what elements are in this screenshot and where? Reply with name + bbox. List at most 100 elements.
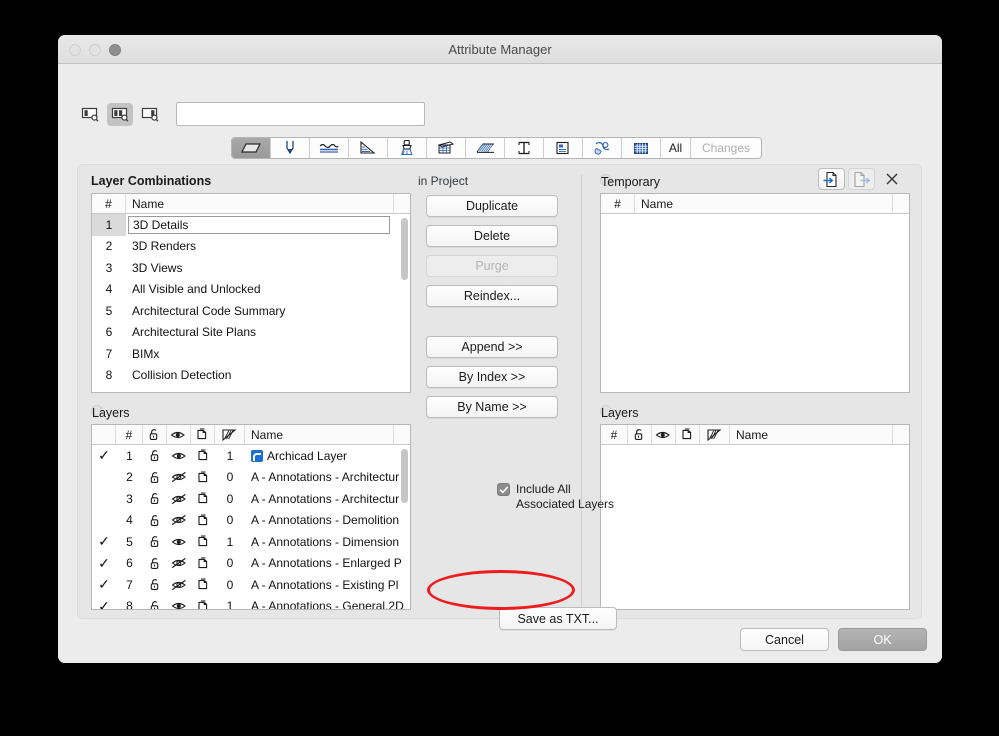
table-row[interactable]: 4 All Visible and Unlocked <box>92 279 410 301</box>
row-lock-toggle[interactable] <box>143 488 167 510</box>
row-visibility-toggle[interactable] <box>167 596 191 609</box>
table-row[interactable]: 4 0A - Annotations - Demolition <box>92 510 410 532</box>
table-row[interactable]: 5 Architectural Code Summary <box>92 300 410 322</box>
tab-profiles[interactable] <box>466 138 505 158</box>
row-wireframe-toggle[interactable] <box>191 510 215 532</box>
table-row[interactable]: ✓ 6 0 A - Annotations - Enlarged P <box>92 553 410 575</box>
import-document-button[interactable] <box>818 168 845 190</box>
table-row[interactable]: 1 3D Details <box>92 214 410 236</box>
row-hatch-value[interactable]: 1 <box>215 445 245 467</box>
temporary-list[interactable]: # Name <box>600 193 910 393</box>
inline-rename-input[interactable]: 3D Details <box>128 215 390 234</box>
row-name[interactable]: Archicad Layer <box>245 445 410 467</box>
ok-button[interactable]: OK <box>838 628 927 651</box>
row-lock-toggle[interactable] <box>143 553 167 575</box>
row-wireframe-toggle[interactable] <box>191 574 215 596</box>
reindex-button[interactable]: Reindex... <box>426 285 558 307</box>
table-row[interactable]: ✓ 8 1 A - Annotations - General.2D <box>92 596 410 609</box>
layer-combinations-list[interactable]: # Name 1 3D Details 2 3D Renders 3 3D Views 4 A… <box>91 193 411 393</box>
table-row[interactable]: 7 BIMx <box>92 343 410 365</box>
row-name[interactable]: Demolition Plan <box>126 386 410 392</box>
column-header-hatch[interactable] <box>215 425 245 444</box>
tab-beams[interactable] <box>505 138 544 158</box>
tab-fill-patterns[interactable] <box>349 138 388 158</box>
row-wireframe-toggle[interactable] <box>191 531 215 553</box>
scrollbar-thumb[interactable] <box>401 449 408 503</box>
column-header-wireframe[interactable] <box>191 425 215 444</box>
search-scope-right-icon-button[interactable] <box>137 103 163 126</box>
row-wireframe-toggle[interactable] <box>191 467 215 489</box>
include-associated-layers-row[interactable]: Include All Associated Layers <box>497 482 627 512</box>
row-name[interactable]: All Visible and Unlocked <box>126 279 410 301</box>
scrollbar-thumb[interactable] <box>401 218 408 280</box>
row-hatch-value[interactable]: 0 <box>215 574 245 596</box>
row-visibility-toggle[interactable] <box>167 531 191 553</box>
row-visibility-toggle[interactable] <box>167 445 191 467</box>
search-field[interactable] <box>176 102 425 126</box>
table-row[interactable]: 6 Architectural Site Plans <box>92 322 410 344</box>
row-lock-toggle[interactable] <box>143 445 167 467</box>
include-associated-layers-checkbox[interactable] <box>497 483 510 496</box>
tab-layers[interactable] <box>232 138 271 158</box>
row-name[interactable]: Architectural Code Summary <box>126 300 410 322</box>
column-header-hatch[interactable] <box>700 425 730 444</box>
window-titlebar[interactable]: Attribute Manager <box>58 35 942 64</box>
search-input[interactable] <box>177 103 424 125</box>
append-button[interactable]: Append >> <box>426 336 558 358</box>
tab-line-types[interactable] <box>310 138 349 158</box>
layer-combinations-scrollbar[interactable] <box>400 216 409 390</box>
tab-surfaces[interactable] <box>388 138 427 158</box>
row-checkmark[interactable]: ✓ <box>92 574 116 596</box>
row-lock-toggle[interactable] <box>143 510 167 532</box>
row-hatch-value[interactable]: 0 <box>215 488 245 510</box>
row-checkmark[interactable]: ✓ <box>92 596 116 609</box>
row-hatch-value[interactable]: 1 <box>215 596 245 609</box>
close-temporary-button[interactable] <box>878 168 905 190</box>
duplicate-button[interactable]: Duplicate <box>426 195 558 217</box>
row-name[interactable]: 3D Renders <box>126 236 410 258</box>
row-wireframe-toggle[interactable] <box>191 445 215 467</box>
row-name[interactable]: Collision Detection <box>126 365 410 387</box>
row-name[interactable]: A - Annotations - General.2D <box>245 596 410 609</box>
row-hatch-value[interactable]: 0 <box>215 467 245 489</box>
tab-composites[interactable] <box>427 138 466 158</box>
column-header-visibility[interactable] <box>167 425 191 444</box>
row-name[interactable]: A - Annotations - Architectur <box>245 467 410 489</box>
by-name-button[interactable]: By Name >> <box>426 396 558 418</box>
tab-zone-categories[interactable] <box>544 138 583 158</box>
row-name[interactable]: A - Annotations - Existing Pl <box>245 574 410 596</box>
row-hatch-value[interactable]: 1 <box>215 531 245 553</box>
table-row[interactable]: 9Demolition Plan <box>92 386 410 392</box>
tab-grids[interactable] <box>622 138 661 158</box>
tab-all[interactable]: All <box>661 138 691 158</box>
row-wireframe-toggle[interactable] <box>191 596 215 609</box>
search-scope-left-icon-button[interactable] <box>77 103 103 126</box>
row-visibility-toggle[interactable] <box>167 510 191 532</box>
search-scope-both-icon-button[interactable] <box>107 102 133 126</box>
table-row[interactable]: 3 3D Views <box>92 257 410 279</box>
row-lock-toggle[interactable] <box>143 596 167 609</box>
row-visibility-toggle[interactable] <box>167 488 191 510</box>
row-name[interactable]: 3D Views <box>126 257 410 279</box>
tab-mep-systems[interactable] <box>583 138 622 158</box>
table-row[interactable]: ✓ 5 1 A - Annotations - Dimension <box>92 531 410 553</box>
row-name[interactable]: A - Annotations - Demolition <box>245 510 410 532</box>
row-visibility-toggle[interactable] <box>167 467 191 489</box>
table-row[interactable]: 2 3D Renders <box>92 236 410 258</box>
row-wireframe-toggle[interactable] <box>191 488 215 510</box>
left-layers-list[interactable]: # Name ✓ 1 1 Archicad Layer 2 0 A - Anno… <box>91 424 411 610</box>
table-row[interactable]: ✓ 1 1 Archicad Layer <box>92 445 410 467</box>
row-checkmark[interactable]: ✓ <box>92 531 116 553</box>
table-row[interactable]: ✓ 7 0 A - Annotations - Existing Pl <box>92 574 410 596</box>
row-checkmark[interactable] <box>92 488 116 510</box>
row-visibility-toggle[interactable] <box>167 574 191 596</box>
column-header-wireframe[interactable] <box>676 425 700 444</box>
row-lock-toggle[interactable] <box>143 574 167 596</box>
row-lock-toggle[interactable] <box>143 467 167 489</box>
row-checkmark[interactable] <box>92 510 116 532</box>
row-wireframe-toggle[interactable] <box>191 553 215 575</box>
tab-changes[interactable]: Changes <box>691 138 761 158</box>
row-name[interactable]: BIMx <box>126 343 410 365</box>
row-hatch-value[interactable]: 0 <box>215 510 245 532</box>
left-layers-scrollbar[interactable] <box>400 447 409 607</box>
